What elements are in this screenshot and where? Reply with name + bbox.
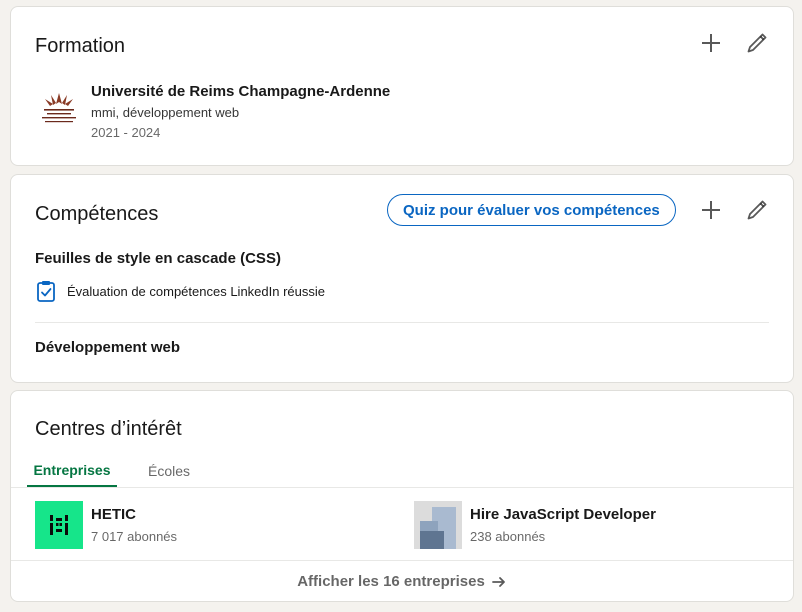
- company-followers: 238 abonnés: [470, 529, 546, 544]
- company-name[interactable]: HETIC: [91, 506, 136, 523]
- company-logo-icon: [414, 501, 462, 549]
- interests-title: Centres d’intérêt: [35, 418, 182, 440]
- plus-icon: [702, 34, 720, 52]
- university-logo-icon: [42, 93, 76, 123]
- add-skill-button[interactable]: [695, 194, 727, 226]
- hetic-logo[interactable]: [35, 501, 83, 549]
- school-name[interactable]: Université de Reims Champagne-Ardenne: [91, 83, 390, 100]
- plus-icon: [702, 201, 720, 219]
- formation-card: Formation Université de Reims Champagne-…: [10, 6, 794, 166]
- skills-card: Compétences Quiz pour évaluer vos compét…: [10, 174, 794, 383]
- tab-schools[interactable]: Écoles: [135, 455, 203, 487]
- edit-formation-button[interactable]: [741, 27, 773, 59]
- hetic-logo-icon: [50, 515, 68, 535]
- edit-skills-button[interactable]: [741, 194, 773, 226]
- pencil-icon: [747, 33, 767, 53]
- show-all-companies-button[interactable]: Afficher les 16 entreprises: [11, 561, 793, 602]
- assessment-badge-text: Évaluation de compétences LinkedIn réuss…: [67, 284, 325, 299]
- pencil-icon: [747, 200, 767, 220]
- education-dates: 2021 - 2024: [91, 125, 161, 140]
- degree: mmi, développement web: [91, 105, 240, 120]
- divider: [35, 322, 769, 323]
- company-name[interactable]: Hire JavaScript Developer: [470, 506, 656, 523]
- formation-title: Formation: [35, 35, 126, 57]
- show-all-label: Afficher les 16 entreprises: [297, 573, 485, 590]
- interests-card: Centres d’intérêt Entreprises Écoles HET…: [10, 390, 794, 602]
- clipboard-check-icon: [37, 281, 55, 302]
- skill-name[interactable]: Développement web: [35, 339, 180, 356]
- skills-quiz-button[interactable]: Quiz pour évaluer vos compétences: [387, 194, 676, 226]
- skill-name[interactable]: Feuilles de style en cascade (CSS): [35, 250, 281, 267]
- hire-js-developer-logo[interactable]: [414, 501, 462, 549]
- skills-title: Compétences: [35, 203, 159, 225]
- university-logo[interactable]: [35, 87, 83, 135]
- company-followers: 7 017 abonnés: [91, 529, 178, 544]
- arrow-right-icon: [491, 576, 505, 587]
- tab-companies[interactable]: Entreprises: [27, 455, 117, 487]
- tabs-divider: [11, 487, 793, 488]
- add-formation-button[interactable]: [695, 27, 727, 59]
